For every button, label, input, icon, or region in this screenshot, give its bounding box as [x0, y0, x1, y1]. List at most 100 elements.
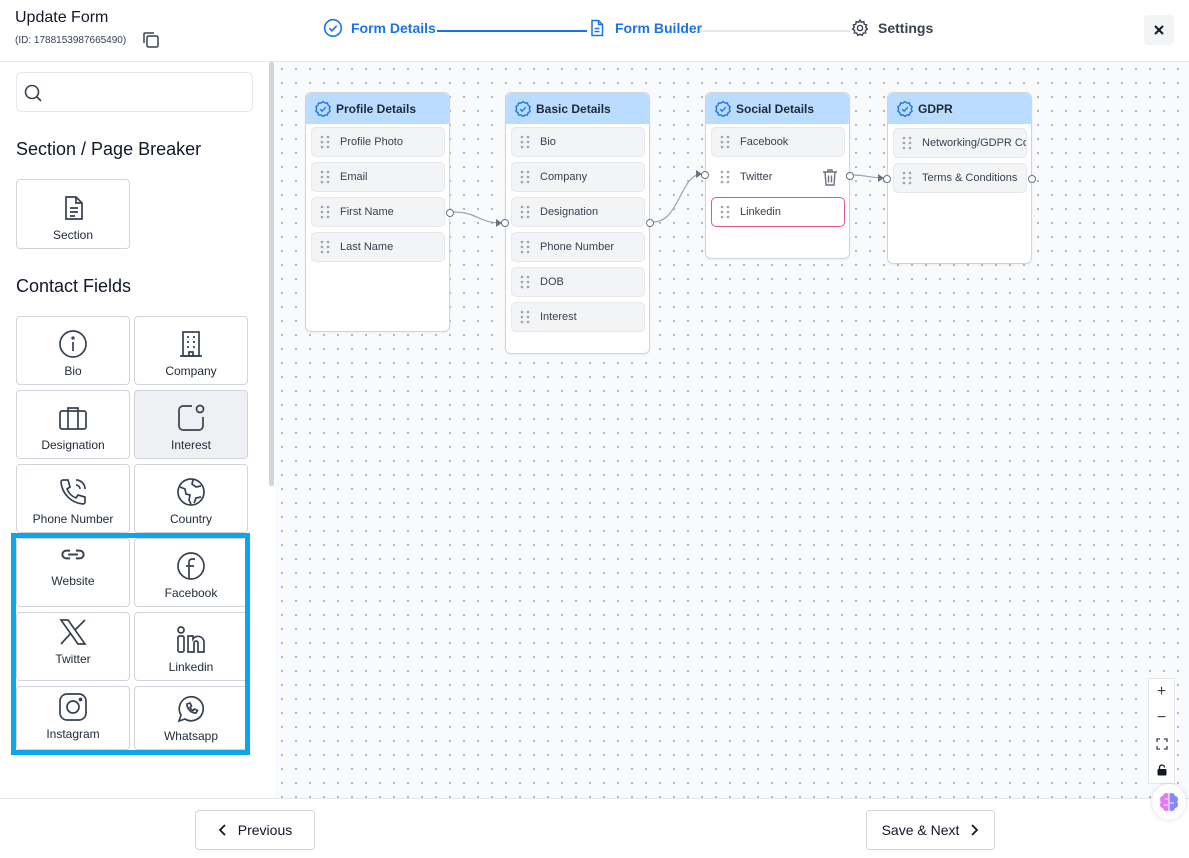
- tile-country[interactable]: Country: [134, 464, 248, 533]
- badge-check-icon: [315, 100, 331, 117]
- tile-facebook[interactable]: Facebook: [134, 538, 248, 607]
- node-field-selected[interactable]: Linkedin: [711, 197, 845, 227]
- drag-handle-icon[interactable]: [320, 240, 330, 254]
- node-field[interactable]: Last Name: [311, 232, 445, 262]
- gear-icon: [851, 18, 869, 37]
- tile-label: Instagram: [46, 727, 100, 741]
- node-gdpr[interactable]: GDPR Networking/GDPR Co Terms & Conditio…: [883, 92, 1036, 264]
- save-next-button[interactable]: Save & Next: [866, 810, 995, 850]
- node-field[interactable]: Company: [511, 162, 645, 192]
- node-output-handle[interactable]: [446, 209, 454, 217]
- drag-handle-icon[interactable]: [320, 205, 330, 219]
- node-field[interactable]: Facebook: [711, 127, 845, 157]
- tile-label: Facebook: [164, 586, 218, 600]
- drag-handle-icon[interactable]: [520, 205, 530, 219]
- zoom-in-icon[interactable]: +: [1149, 679, 1174, 705]
- node-input-handle[interactable]: [701, 171, 709, 179]
- footer: Previous Save & Next: [0, 798, 1189, 858]
- tile-designation[interactable]: Designation: [16, 390, 130, 459]
- drag-handle-icon[interactable]: [902, 171, 912, 185]
- section-heading: Section / Page Breaker: [16, 139, 202, 159]
- tile-phone-number[interactable]: Phone Number: [16, 464, 130, 533]
- drag-handle-icon[interactable]: [320, 170, 330, 184]
- node-basic-details[interactable]: Basic Details Bio Company Designation Ph…: [501, 92, 654, 354]
- badge-check-icon: [515, 100, 531, 117]
- field-label: Networking/GDPR Co: [922, 137, 1027, 149]
- drag-handle-icon[interactable]: [720, 135, 730, 149]
- ai-assistant-button[interactable]: [1152, 784, 1186, 820]
- sidebar-scrollbar[interactable]: [269, 62, 274, 486]
- node-field[interactable]: Designation: [511, 197, 645, 227]
- tile-whatsapp[interactable]: Whatsapp: [134, 686, 248, 750]
- drag-handle-icon[interactable]: [520, 275, 530, 289]
- drag-handle-icon[interactable]: [720, 205, 730, 219]
- tile-company[interactable]: Company: [134, 316, 248, 385]
- zoom-out-icon[interactable]: −: [1149, 705, 1174, 731]
- close-icon: [1154, 25, 1164, 35]
- drag-handle-icon[interactable]: [520, 170, 530, 184]
- step-label: Form Builder: [615, 20, 703, 36]
- copy-icon[interactable]: [141, 30, 161, 50]
- tile-section[interactable]: Section: [16, 179, 130, 249]
- node-input-handle[interactable]: [883, 175, 891, 183]
- drag-handle-icon[interactable]: [520, 135, 530, 149]
- node-title: Social Details: [736, 101, 815, 116]
- chevron-right-icon: [971, 824, 979, 836]
- field-label: DOB: [540, 276, 564, 288]
- node-field[interactable]: Networking/GDPR Co: [893, 128, 1027, 158]
- previous-label: Previous: [237, 822, 293, 838]
- tile-bio[interactable]: Bio: [16, 316, 130, 385]
- tile-label: Linkedin: [168, 660, 214, 674]
- node-header[interactable]: GDPR: [888, 93, 1031, 124]
- node-field[interactable]: Interest: [511, 302, 645, 332]
- zoom-controls: + −: [1148, 678, 1175, 784]
- drag-handle-icon[interactable]: [902, 136, 912, 150]
- node-field[interactable]: Email: [311, 162, 445, 192]
- node-header[interactable]: Profile Details: [306, 93, 449, 124]
- node-output-handle[interactable]: [646, 219, 654, 227]
- node-input-handle[interactable]: [501, 219, 509, 227]
- step-connector: [700, 30, 850, 32]
- search-input[interactable]: [16, 72, 253, 112]
- step-settings[interactable]: Settings: [850, 18, 933, 38]
- tile-interest[interactable]: Interest: [134, 390, 248, 459]
- drag-handle-icon[interactable]: [720, 170, 730, 184]
- trash-icon[interactable]: [821, 168, 839, 187]
- node-field[interactable]: DOB: [511, 267, 645, 297]
- tile-twitter[interactable]: Twitter: [16, 612, 130, 681]
- drag-handle-icon[interactable]: [320, 135, 330, 149]
- node-field[interactable]: Phone Number: [511, 232, 645, 262]
- node-output-handle[interactable]: [846, 172, 854, 180]
- tile-website[interactable]: Website: [16, 538, 130, 607]
- field-label: Email: [340, 171, 368, 183]
- node-social-details[interactable]: Social Details Facebook Twitter Linkedin: [701, 92, 854, 259]
- step-form-details[interactable]: Form Details: [323, 18, 436, 38]
- step-form-builder[interactable]: Form Builder: [587, 18, 702, 38]
- close-button[interactable]: [1144, 15, 1174, 45]
- drag-handle-icon[interactable]: [520, 240, 530, 254]
- field-label: Facebook: [740, 136, 789, 148]
- tile-label: Interest: [170, 438, 212, 452]
- briefcase-icon: [59, 407, 87, 430]
- node-header[interactable]: Social Details: [706, 93, 849, 124]
- fit-view-icon[interactable]: [1149, 731, 1174, 757]
- lock-icon[interactable]: [1149, 757, 1174, 783]
- node-field[interactable]: Profile Photo: [311, 127, 445, 157]
- tile-linkedin[interactable]: Linkedin: [134, 612, 248, 681]
- drag-handle-icon[interactable]: [520, 310, 530, 324]
- phone-icon: [60, 479, 86, 505]
- node-profile-details[interactable]: Profile Details Profile Photo Email Firs…: [305, 92, 454, 332]
- field-label: Interest: [540, 311, 577, 323]
- node-header[interactable]: Basic Details: [506, 93, 649, 124]
- node-field[interactable]: First Name: [311, 197, 445, 227]
- field-label: Twitter: [740, 171, 773, 183]
- facebook-icon: [177, 552, 205, 580]
- tile-instagram[interactable]: Instagram: [16, 686, 130, 750]
- node-output-handle[interactable]: [1028, 175, 1036, 183]
- previous-button[interactable]: Previous: [195, 810, 315, 850]
- field-label: Bio: [540, 136, 556, 148]
- building-icon: [180, 331, 202, 357]
- node-field[interactable]: Bio: [511, 127, 645, 157]
- tile-label: Whatsapp: [163, 729, 219, 743]
- node-field[interactable]: Terms & Conditions: [893, 163, 1027, 193]
